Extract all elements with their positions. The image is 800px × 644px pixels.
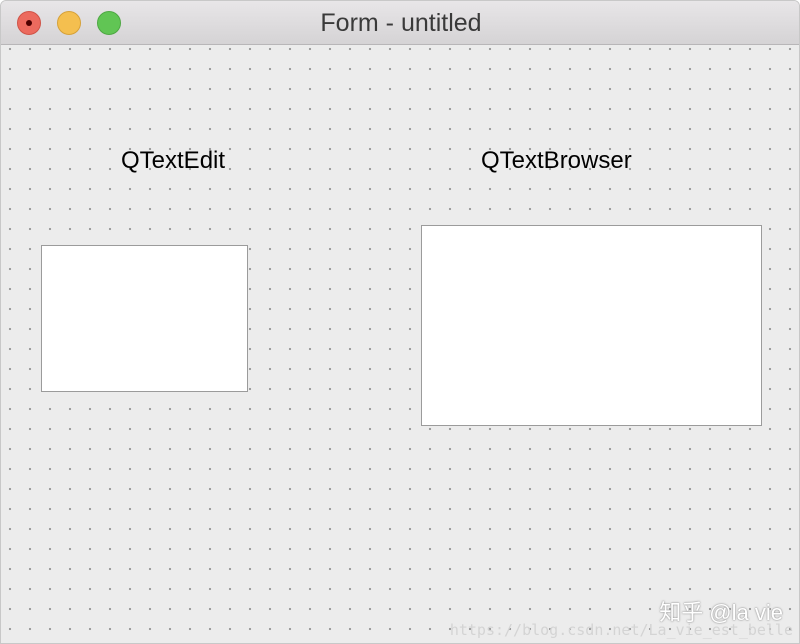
qtextbrowser-widget[interactable]: [421, 225, 762, 426]
designer-window: Form - untitled QTextEdit QTextBrowser 知…: [0, 0, 800, 644]
title-bar[interactable]: Form - untitled: [1, 1, 799, 45]
qtextbrowser-label[interactable]: QTextBrowser: [481, 147, 632, 175]
form-canvas[interactable]: QTextEdit QTextBrowser 知乎 @la vie https:…: [1, 45, 799, 643]
qtextedit-widget[interactable]: [41, 245, 248, 392]
window-title: Form - untitled: [320, 9, 482, 37]
url-watermark: https://blog.csdn.net/La_vie_est_belle: [449, 621, 793, 639]
qtextedit-label[interactable]: QTextEdit: [121, 147, 225, 175]
